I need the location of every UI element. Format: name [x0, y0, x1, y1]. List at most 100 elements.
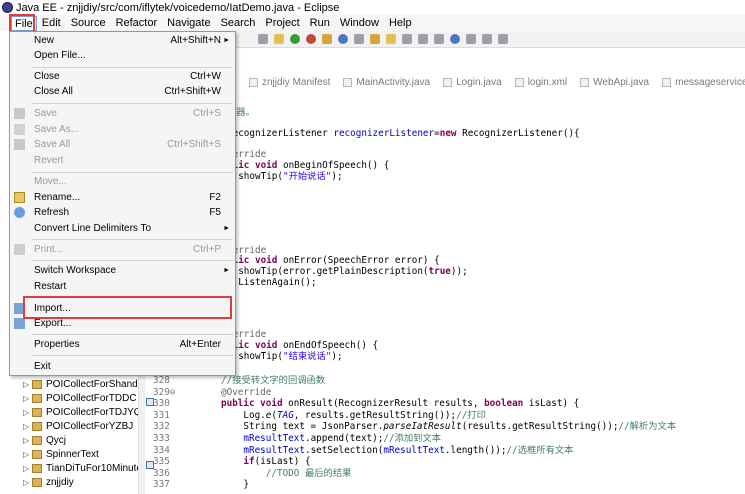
override-marker-icon[interactable] [146, 398, 154, 406]
project-folder-icon [32, 436, 42, 445]
menu-item-revert[interactable]: Revert [10, 153, 235, 168]
menu-separator [32, 239, 233, 240]
debug-icon[interactable] [274, 34, 284, 44]
menu-bar: File Edit Source Refactor Navigate Searc… [0, 15, 745, 31]
line-number-gutter: 328 329⊖ 330 331 332 333 334 335 336 337 [153, 375, 176, 491]
tree-item-project[interactable]: ▷ SpinnerText [23, 449, 99, 460]
tree-item-project[interactable]: ▷ POICollectForTDDC [23, 393, 137, 404]
search-icon[interactable] [386, 34, 396, 44]
java-file-icon [580, 78, 590, 87]
prev-annotation-icon[interactable] [434, 34, 444, 44]
web-browser-icon[interactable] [338, 34, 348, 44]
tab-login-java[interactable]: Login.java [430, 77, 502, 88]
expand-icon[interactable]: ▷ [23, 380, 32, 389]
new-server-icon[interactable] [322, 34, 332, 44]
menu-window[interactable]: Window [335, 16, 384, 31]
menu-item-restart[interactable]: Restart [10, 279, 235, 294]
tab-login-xml[interactable]: login.xml [502, 77, 567, 88]
project-folder-icon [32, 464, 42, 473]
submenu-arrow-icon: ► [223, 225, 230, 232]
expand-icon[interactable]: ▷ [23, 436, 32, 445]
export-icon [14, 318, 25, 329]
tab-manifest[interactable]: znjjdiy Manifest [236, 77, 330, 88]
menu-item-save[interactable]: Save Ctrl+S [10, 106, 235, 121]
explorer-scrollbar[interactable] [138, 375, 145, 494]
project-folder-icon [32, 408, 42, 417]
window-title: Java EE - znjjdiy/src/com/iflytek/voiced… [16, 1, 340, 14]
expand-icon[interactable]: ▷ [23, 408, 32, 417]
menu-edit[interactable]: Edit [37, 16, 66, 31]
annotation-icon[interactable] [402, 34, 412, 44]
project-folder-icon [32, 478, 42, 487]
save-as-icon [14, 124, 25, 135]
java-file-icon [662, 78, 672, 87]
import-highlight-box [23, 296, 232, 319]
project-folder-icon [32, 422, 42, 431]
menu-item-open-file[interactable]: Open File... [10, 48, 235, 63]
menu-help[interactable]: Help [384, 16, 417, 31]
menu-item-properties[interactable]: Properties Alt+Enter [10, 337, 235, 352]
menu-item-move[interactable]: Move... [10, 174, 235, 189]
tree-item-project[interactable]: ▷ TianDiTuFor10Minute [23, 463, 142, 474]
project-explorer: ▷ POICollectForShandc ▷ POICollectForTDDC … [0, 375, 145, 494]
menu-project[interactable]: Project [260, 16, 304, 31]
menu-search[interactable]: Search [216, 16, 261, 31]
menu-navigate[interactable]: Navigate [162, 16, 215, 31]
code-upper[interactable]: 析器。 RecognizerListener recognizerListene… [227, 107, 580, 362]
back-icon[interactable] [466, 34, 476, 44]
menu-source[interactable]: Source [66, 16, 111, 31]
menu-item-save-all[interactable]: Save All Ctrl+Shift+S [10, 137, 235, 152]
tree-item-project[interactable]: ▷ POICollectForShandc [23, 379, 143, 390]
tree-item-project[interactable]: ▷ Qycj [23, 435, 66, 446]
menu-refactor[interactable]: Refactor [111, 16, 163, 31]
run-icon[interactable] [290, 34, 300, 44]
menu-separator [32, 260, 233, 261]
menu-item-close-all[interactable]: Close All Ctrl+Shift+W [10, 84, 235, 99]
menu-item-convert-line-delimiters[interactable]: Convert Line Delimiters To ► [10, 221, 235, 236]
rename-icon [14, 192, 25, 203]
java-file-icon [443, 78, 453, 87]
save-icon [14, 108, 25, 119]
tab-webapi[interactable]: WebApi.java [567, 77, 649, 88]
expand-icon[interactable]: ▷ [23, 394, 32, 403]
tree-item-project[interactable]: ▷ POICollectForTDJYQ [23, 407, 142, 418]
code-lower[interactable]: //接受转文字的回调函数 @Override public void onRes… [221, 375, 676, 491]
menu-item-close[interactable]: Close Ctrl+W [10, 69, 235, 84]
expand-icon[interactable]: ▷ [23, 422, 32, 431]
pin-icon[interactable] [498, 34, 508, 44]
menu-item-exit[interactable]: Exit [10, 359, 235, 374]
menu-item-print[interactable]: Print... Ctrl+P [10, 242, 235, 257]
menu-item-save-as[interactable]: Save As... [10, 122, 235, 137]
submenu-arrow-icon: ► [223, 37, 230, 44]
project-folder-icon [32, 394, 42, 403]
menu-run[interactable]: Run [305, 16, 335, 31]
submenu-arrow-icon: ► [223, 267, 230, 274]
expand-icon[interactable]: ▷ [23, 450, 32, 459]
xml-file-icon [514, 78, 524, 87]
editor-tab-bar: znjjdiy Manifest MainActivity.java Login… [236, 75, 745, 90]
project-folder-icon [32, 450, 42, 459]
menu-item-switch-workspace[interactable]: Switch Workspace ► [10, 263, 235, 278]
tab-mainactivity[interactable]: MainActivity.java [330, 77, 430, 88]
next-annotation-icon[interactable] [418, 34, 428, 44]
wizard-icon[interactable] [354, 34, 364, 44]
globe-icon[interactable] [450, 34, 460, 44]
external-tools-icon[interactable] [306, 34, 316, 44]
menu-item-rename[interactable]: Rename... F2 [10, 190, 235, 205]
expand-icon[interactable]: ▷ [23, 478, 32, 487]
tab-messageservice[interactable]: messageservice.java [649, 77, 745, 88]
expand-icon[interactable]: ▷ [23, 464, 32, 473]
refresh-icon [14, 207, 25, 218]
task-marker-icon[interactable] [146, 461, 154, 469]
menu-separator [32, 355, 233, 356]
open-folder-icon[interactable] [370, 34, 380, 44]
menu-item-new[interactable]: New Alt+Shift+N ► [10, 33, 235, 48]
title-bar: Java EE - znjjdiy/src/com/iflytek/voiced… [0, 0, 745, 15]
tree-item-project[interactable]: ▷ POICollectForYZBJ [23, 421, 133, 432]
forward-icon[interactable] [482, 34, 492, 44]
print-icon [14, 244, 25, 255]
menu-item-refresh[interactable]: Refresh F5 [10, 205, 235, 220]
tree-item-project[interactable]: ▷ znjjdiy [23, 477, 74, 488]
toolbar-separator-icon [258, 34, 268, 44]
java-file-icon [343, 78, 353, 87]
